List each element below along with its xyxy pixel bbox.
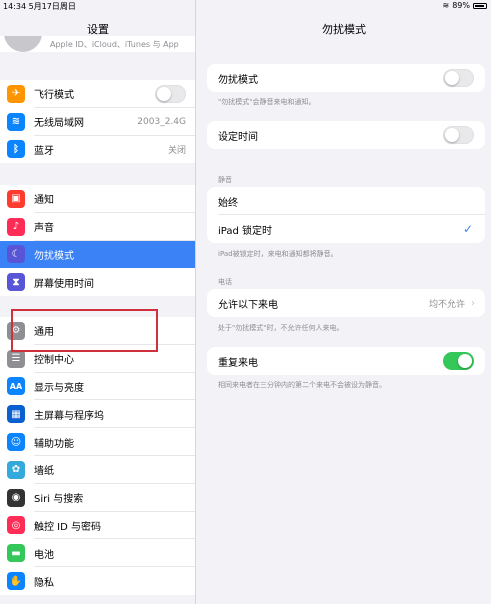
apple-id-row[interactable]: Apple ID、iCloud、iTunes 与 App [0,36,195,52]
allow-calls-label: 允许以下来电 [218,299,278,311]
page-title: 勿扰模式 [322,23,366,36]
control-center-icon: ☰ [7,349,25,368]
silence-option-always[interactable]: 始终 [207,187,485,215]
dnd-label: 勿扰模式 [218,74,258,86]
silence-option-label: iPad 锁定时 [218,225,273,237]
dnd-toggle-group: 勿扰模式 [207,64,485,92]
notifications-icon: ▣ [7,189,25,208]
scheduled-group: 设定时间 [207,121,485,149]
repeated-calls-footer: 相同来电者在三分钟内的第二个来电不会被设为静音。 [218,381,386,389]
silence-section-header: 静音 [218,176,232,184]
sidebar-item-label: 主屏幕与程序坞 [34,410,104,422]
sidebar-item-label: 无线局域网 [34,118,84,130]
sidebar-item-label: 蓝牙 [34,145,54,157]
phone-section-header: 电话 [218,278,232,286]
detail-pane: 勿扰模式 勿扰模式 "勿扰模式"会静音来电和通知。 设定时间 静音 始终 iPa… [197,0,491,604]
wifi-icon: ≋ [7,112,25,131]
dnd-row[interactable]: 勿扰模式 [207,64,485,92]
bluetooth-value: 关闭 [167,145,186,156]
airplane-icon: ✈ [7,84,25,103]
battery-status-icon [473,2,487,9]
sidebar-group-alerts: ▣ 通知 ♪ 声音 ☾ 勿扰模式 ⧗ 屏幕使用时间 [0,185,195,297]
status-time-date: 14:34 5月17日周日 [3,2,76,11]
sidebar-item-wifi[interactable]: ≋ 无线局域网 2003_2.4G [0,108,195,136]
sidebar-item-label: 声音 [34,223,54,235]
sidebar-item-touch-id-passcode[interactable]: ◎ 触控 ID 与密码 [0,512,195,540]
repeated-calls-toggle[interactable] [443,352,474,370]
repeated-calls-label: 重复来电 [218,357,258,369]
sidebar-item-label: 隐私 [34,577,54,589]
battery-percent: 89% [452,1,470,10]
sidebar-item-label: 辅助功能 [34,438,74,450]
sidebar-item-display-brightness[interactable]: AA 显示与亮度 [0,373,195,401]
hand-icon: ✋ [7,572,25,591]
sidebar-item-label: 控制中心 [34,355,74,367]
allow-calls-group: 允许以下来电 均不允许 › [207,289,485,317]
fingerprint-icon: ◎ [7,516,25,535]
annotation-highlight-box [11,309,158,352]
sidebar-item-notifications[interactable]: ▣ 通知 [0,185,195,213]
sidebar-item-do-not-disturb[interactable]: ☾ 勿扰模式 [0,240,195,269]
sidebar-group-connectivity: ✈ 飞行模式 ≋ 无线局域网 2003_2.4G ᛒ 蓝牙 关闭 [0,80,195,164]
silence-option-label: 始终 [218,197,238,209]
repeated-calls-row[interactable]: 重复来电 [207,347,485,375]
silence-options-group: 始终 iPad 锁定时 ✓ [207,187,485,243]
status-bar: 14:34 5月17日周日 ≋ 89% [0,0,491,12]
wifi-network-value: 2003_2.4G [137,116,186,127]
sidebar-group-system: ⚙ 通用 ☰ 控制中心 AA 显示与亮度 ▦ 主屏幕与程序坞 ☺ 辅助功能 ✿ … [0,317,195,595]
sidebar-item-label: 屏幕使用时间 [34,278,94,290]
allow-calls-row[interactable]: 允许以下来电 均不允许 › [207,289,485,317]
accessibility-icon: ☺ [7,433,25,452]
sidebar-item-label: 飞行模式 [34,90,74,102]
dnd-footer: "勿扰模式"会静音来电和通知。 [218,98,316,106]
sidebar-item-label: Siri 与搜索 [34,494,84,506]
sidebar-item-sounds[interactable]: ♪ 声音 [0,213,195,241]
sidebar-item-label: 显示与亮度 [34,382,84,394]
wifi-status-icon: ≋ [442,1,450,10]
sidebar-item-siri-search[interactable]: ◉ Siri 与搜索 [0,484,195,512]
avatar [4,36,42,52]
silence-footer: iPad被锁定时，来电和通知都将静音。 [218,250,338,258]
sound-icon: ♪ [7,217,25,236]
apple-id-subtitle: Apple ID、iCloud、iTunes 与 App [50,40,179,49]
bluetooth-icon: ᛒ [7,140,25,159]
sidebar-item-bluetooth[interactable]: ᛒ 蓝牙 关闭 [0,136,195,164]
sidebar-item-airplane-mode[interactable]: ✈ 飞行模式 [0,80,195,108]
moon-icon: ☾ [7,245,25,264]
airplane-mode-toggle[interactable] [155,84,186,103]
sidebar-item-screen-time[interactable]: ⧗ 屏幕使用时间 [0,268,195,296]
sidebar-item-home-screen-dock[interactable]: ▦ 主屏幕与程序坞 [0,400,195,429]
sidebar-title: 设置 [87,23,109,36]
hourglass-icon: ⧗ [7,273,25,292]
scheduled-row[interactable]: 设定时间 [207,121,485,149]
settings-sidebar: 设置 Apple ID、iCloud、iTunes 与 App ✈ 飞行模式 ≋… [0,0,196,604]
repeated-calls-group: 重复来电 [207,347,485,375]
sidebar-bottom-edge [0,596,195,604]
chevron-right-icon: › [471,297,475,309]
sidebar-item-wallpaper[interactable]: ✿ 墙纸 [0,456,195,484]
allow-calls-value: 均不允许 [428,299,465,310]
display-icon: AA [7,377,25,396]
sidebar-item-label: 墙纸 [34,466,54,478]
dnd-toggle[interactable] [443,69,474,87]
checkmark-icon: ✓ [462,222,473,236]
sidebar-item-accessibility[interactable]: ☺ 辅助功能 [0,428,195,456]
sidebar-item-battery[interactable]: ▬ 电池 [0,539,195,568]
silence-option-locked[interactable]: iPad 锁定时 ✓ [207,215,485,243]
scheduled-label: 设定时间 [218,131,258,143]
sidebar-item-label: 电池 [34,549,54,561]
sidebar-item-label: 勿扰模式 [34,250,74,262]
battery-icon: ▬ [7,544,25,563]
scheduled-toggle[interactable] [443,126,474,144]
sidebar-item-label: 触控 ID 与密码 [34,521,102,533]
wallpaper-icon: ✿ [7,460,25,479]
allow-calls-footer: 处于"勿扰模式"时，不允许任何人来电。 [218,324,344,332]
sidebar-item-privacy[interactable]: ✋ 隐私 [0,567,195,595]
home-screen-icon: ▦ [7,405,25,424]
status-right: ≋ 89% [443,1,487,10]
siri-icon: ◉ [7,488,25,507]
sidebar-item-label: 通知 [34,195,54,207]
